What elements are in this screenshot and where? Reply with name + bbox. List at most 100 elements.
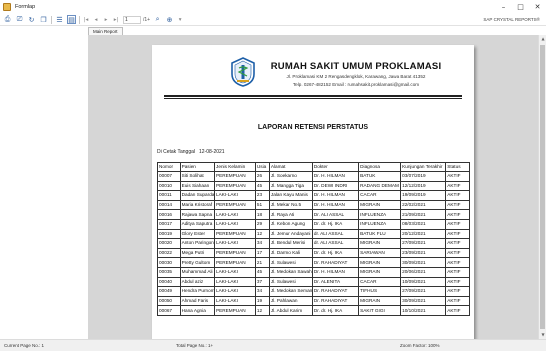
tab-main-report[interactable]: Main Report bbox=[88, 27, 123, 35]
table-cell: 19/09/2019 bbox=[400, 190, 447, 201]
print-icon[interactable]: ⎚ bbox=[15, 15, 24, 24]
table-cell: Jalan Kayu Manis bbox=[268, 190, 313, 201]
table-cell: LAKI-LAKI bbox=[214, 190, 256, 201]
print-date-label: Di Cetak Tanggal bbox=[157, 149, 195, 155]
total-page-status: Total Page No.: 1+ bbox=[176, 343, 214, 348]
table-cell: 00049 bbox=[157, 286, 181, 297]
first-page-icon[interactable]: |◂ bbox=[82, 15, 90, 24]
table-cell: 21 bbox=[254, 257, 270, 268]
table-cell: Dr. RAHADIYAT bbox=[311, 295, 360, 307]
table-cell: 29 bbox=[254, 218, 270, 230]
table-cell: dr. ALI ASSAL bbox=[311, 238, 360, 249]
column-header: Pasien bbox=[179, 162, 216, 172]
hospital-logo-icon bbox=[231, 57, 255, 87]
maximize-button[interactable]: □ bbox=[512, 0, 529, 14]
table-cell: Jl. Sulawesi bbox=[268, 276, 313, 288]
table-row: 00017 Aditya Saputra LAKI-LAKI 29 Jl. Kebon … bbox=[157, 218, 470, 230]
table-cell: Pretty Gultom bbox=[179, 257, 216, 268]
last-page-icon[interactable]: ▸| bbox=[112, 15, 120, 24]
group-tree-icon[interactable]: ▤ bbox=[67, 15, 76, 24]
table-cell: INFLUENZA bbox=[358, 209, 402, 220]
scroll-up-icon[interactable]: ▲ bbox=[540, 36, 546, 42]
table-cell: 19 bbox=[254, 295, 270, 307]
tree-icon[interactable]: ☰ bbox=[55, 15, 64, 24]
export-icon[interactable]: ⎙ bbox=[3, 15, 12, 24]
table-cell: AKTIF bbox=[445, 228, 470, 240]
table-cell: 45 bbox=[254, 266, 270, 278]
table-cell: SARIAWAN bbox=[358, 247, 402, 259]
table-cell: Dr. H. HILMAN bbox=[311, 199, 360, 211]
table-cell: AKTIF bbox=[445, 199, 470, 211]
retention-table: Nomor Pasien Jenis Kelamin Usia Alamat D… bbox=[157, 162, 470, 316]
scroll-thumb[interactable] bbox=[540, 45, 545, 329]
vertical-scrollbar[interactable]: ▲ ▼ bbox=[538, 35, 546, 339]
table-cell: BATUK bbox=[358, 171, 402, 182]
hospital-name: RUMAH SAKIT UMUM PROKLAMASI bbox=[270, 61, 442, 72]
search-icon[interactable]: ⌕ bbox=[153, 15, 162, 24]
table-cell: LAKI-LAKI bbox=[214, 295, 256, 307]
previous-page-icon[interactable]: ◂ bbox=[92, 15, 100, 24]
refresh-icon[interactable]: ↻ bbox=[27, 15, 36, 24]
table-cell: 18 bbox=[254, 209, 270, 220]
minimize-button[interactable]: – bbox=[495, 0, 512, 14]
table-cell: 00011 bbox=[157, 190, 181, 201]
next-page-icon[interactable]: ▸ bbox=[102, 15, 110, 24]
table-cell: 12/12/2019 bbox=[400, 180, 447, 192]
table-cell: CACAR bbox=[358, 190, 402, 201]
table-cell: 17 bbox=[254, 247, 270, 259]
table-row: 00019 Glory Ester PEREMPUAN 12 Jl. Jemur And… bbox=[157, 228, 470, 240]
column-header: Nomor bbox=[157, 162, 181, 172]
table-cell: AKTIF bbox=[445, 190, 470, 201]
column-header: Kunjungan Terakhir bbox=[400, 162, 447, 172]
copy-icon[interactable]: ❐ bbox=[39, 15, 48, 24]
table-cell: Jl. Medokan Semampir bbox=[268, 286, 313, 297]
table-cell: PEREMPUAN bbox=[214, 199, 256, 211]
hospital-address: Jl. Proklamasi KM 2 Rengasdengklok, Kara… bbox=[286, 74, 426, 79]
table-cell: PEREMPUAN bbox=[214, 247, 256, 259]
close-button[interactable]: ✕ bbox=[529, 0, 546, 14]
column-header: Jenis Kelamin bbox=[214, 162, 256, 172]
table-cell: Dr. ALENITA bbox=[311, 276, 360, 288]
table-cell: Siti Solihat bbox=[179, 171, 216, 182]
table-cell: AKTIF bbox=[445, 266, 470, 278]
table-cell: Dr. DEWI INDRI bbox=[311, 180, 360, 192]
scroll-down-icon[interactable]: ▼ bbox=[540, 332, 546, 338]
zoom-icon[interactable]: ⊕ bbox=[165, 15, 174, 24]
table-row: 00007 Siti Solihat PEREMPUAN 26 Jl. Soekarno… bbox=[157, 171, 470, 182]
table-cell: Rajawa Sapna bbox=[179, 209, 216, 220]
table-row: 00067 Hana Agnia PEREMPUAN 12 Jl. Abdul Kari… bbox=[157, 305, 470, 316]
table-cell: Dr. H. HILMAN bbox=[311, 190, 360, 201]
table-cell: Aditya Saputra bbox=[179, 218, 216, 230]
table-cell: MIGRAIN bbox=[358, 257, 402, 268]
table-cell: 00014 bbox=[157, 199, 181, 211]
table-cell: Abdul aziz bbox=[179, 276, 216, 288]
table-cell: Mega Putri bbox=[179, 247, 216, 259]
table-cell: MIGRAIN bbox=[358, 266, 402, 278]
table-row: 00040 Abdul aziz LAKI-LAKI 37 Jl. Sulawesi Dr… bbox=[157, 276, 470, 288]
table-cell: 00050 bbox=[157, 295, 181, 307]
table-cell: Jl. Soekarno bbox=[268, 171, 313, 182]
current-page-status: Current Page No.: 1 bbox=[4, 343, 45, 348]
table-cell: 10/09/2021 bbox=[400, 276, 447, 288]
table-cell: Anton Paringon bbox=[179, 238, 216, 249]
table-cell: Hendra Purnomo bbox=[179, 286, 216, 297]
report-tabs: Main Report bbox=[0, 26, 546, 35]
table-cell: Jl. Mekar No.5 bbox=[268, 199, 313, 211]
table-cell: MIGRAIN bbox=[358, 238, 402, 249]
table-row: 00049 Hendra Purnomo LAKI-LAKI 34 Jl. Medoka… bbox=[157, 286, 470, 297]
table-cell: AKTIF bbox=[445, 209, 470, 220]
table-row: 00022 Mega Putri PEREMPUAN 17 Jl. Darmo Kali… bbox=[157, 247, 470, 259]
column-header: Dokter bbox=[311, 162, 360, 172]
page-number-input[interactable]: 1 bbox=[123, 15, 141, 24]
table-cell: 12 bbox=[254, 305, 270, 316]
table-cell: 00030 bbox=[157, 257, 181, 268]
table-cell: LAKI-LAKI bbox=[214, 209, 256, 220]
zoom-dropdown-icon[interactable]: ▾ bbox=[176, 15, 184, 24]
table-body: 00007 Siti Solihat PEREMPUAN 26 Jl. Soekarno… bbox=[157, 171, 470, 316]
table-cell: 20/12/2021 bbox=[400, 228, 447, 240]
table-cell: Dr. RAHADIYAT bbox=[311, 286, 360, 297]
table-cell: Dr. ALI ASSAL bbox=[311, 209, 360, 220]
table-cell: 34 bbox=[254, 238, 270, 249]
table-cell: AKTIF bbox=[445, 276, 470, 288]
table-cell: Ahmad Faris bbox=[179, 295, 216, 307]
